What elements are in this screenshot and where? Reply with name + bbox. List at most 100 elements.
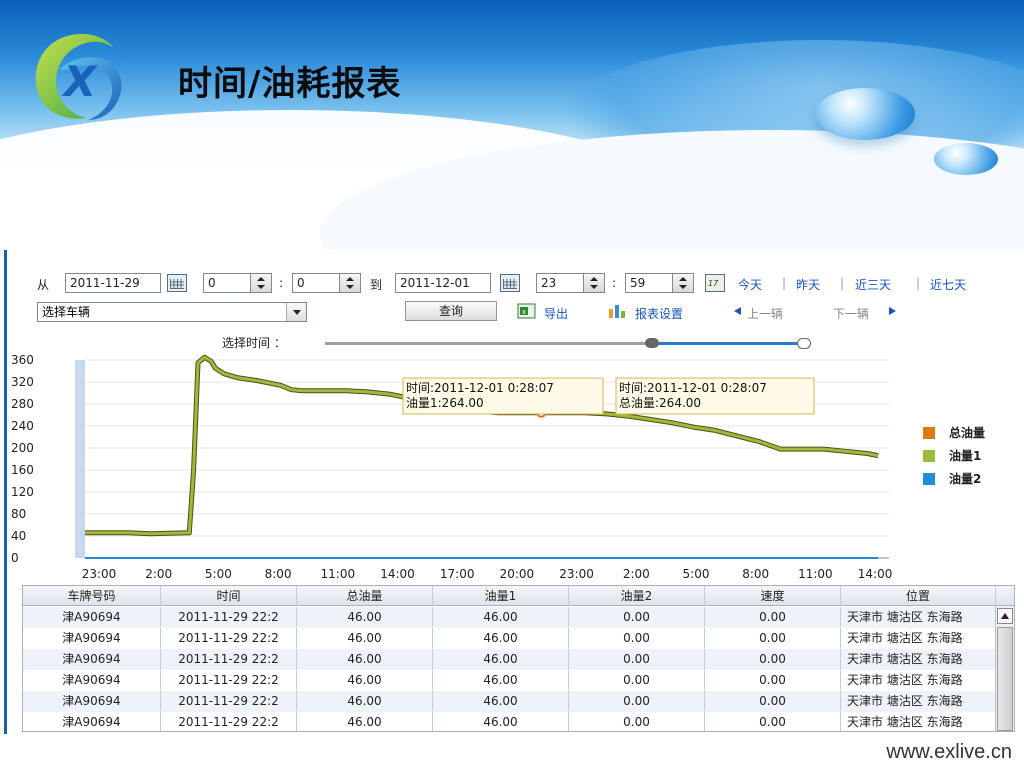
vertical-scrollbar[interactable] <box>995 606 1014 731</box>
column-header[interactable]: 位置 <box>841 586 996 606</box>
header-banner: X 时间/油耗报表 <box>0 0 1024 250</box>
calendar-icon[interactable] <box>500 274 520 292</box>
table-cell: 津A90694 <box>23 628 161 648</box>
end-date-input[interactable]: 2011-12-01 <box>395 273 491 293</box>
end-minute-spinner[interactable] <box>672 273 694 293</box>
table-cell: 46.00 <box>297 649 433 669</box>
table-cell: 津A90694 <box>23 691 161 711</box>
column-header[interactable]: 时间 <box>161 586 297 606</box>
table-cell: 46.00 <box>433 691 569 711</box>
table-cell: 0.00 <box>569 712 705 731</box>
water-drop-decoration <box>934 143 998 175</box>
bar-chart-icon[interactable] <box>607 303 629 319</box>
column-header[interactable]: 车牌号码 <box>23 586 161 606</box>
start-hour-input[interactable]: 0 <box>203 273 251 293</box>
report-panel: 从 2011-11-29 0 : 0 到 2011-12-01 23 : 59 … <box>4 250 1016 734</box>
y-tick-label: 360 <box>11 353 34 367</box>
table-cell: 天津市 塘沽区 东海路 <box>841 628 996 648</box>
start-hour-spinner[interactable] <box>250 273 272 293</box>
excel-icon[interactable]: x <box>517 303 537 319</box>
table-cell: 46.00 <box>297 670 433 690</box>
quick-link-yesterday[interactable]: 昨天 <box>796 276 820 293</box>
column-header[interactable]: 速度 <box>705 586 841 606</box>
start-date-input[interactable]: 2011-11-29 <box>65 273 161 293</box>
report-settings-link[interactable]: 报表设置 <box>635 305 683 322</box>
x-tick-label: 14:00 <box>858 567 893 581</box>
x-tick-label: 8:00 <box>742 567 769 581</box>
scroll-thumb[interactable] <box>997 627 1013 731</box>
x-tick-label: 11:00 <box>321 567 356 581</box>
y-tick-label: 120 <box>11 485 34 499</box>
table-row[interactable]: 津A90694 2011-11-29 22:2 46.00 46.00 0.00 0.00… <box>23 628 996 649</box>
next-vehicle-link[interactable]: 下一辆 <box>833 305 869 322</box>
legend-swatch <box>923 473 935 485</box>
time-colon: : <box>612 276 617 290</box>
page-root: X 时间/油耗报表 从 2011-11-29 0 : 0 到 2011-12-0… <box>0 0 1024 768</box>
table-row[interactable]: 津A90694 2011-11-29 22:2 46.00 46.00 0.00 0.00… <box>23 691 996 712</box>
end-hour-input[interactable]: 23 <box>536 273 584 293</box>
chevron-down-icon[interactable] <box>286 303 306 321</box>
link-separator: | <box>916 276 921 290</box>
table-cell: 2011-11-29 22:2 <box>161 712 297 731</box>
x-tick-label: 11:00 <box>798 567 833 581</box>
table-cell: 津A90694 <box>23 670 161 690</box>
table-cell: 0.00 <box>569 691 705 711</box>
column-header[interactable]: 总油量 <box>297 586 433 606</box>
logo-letter: X <box>61 57 99 106</box>
x-tick-label: 23:00 <box>559 567 594 581</box>
table-cell: 0.00 <box>705 649 841 669</box>
table-row[interactable]: 津A90694 2011-11-29 22:2 46.00 46.00 0.00 0.00… <box>23 607 996 628</box>
table-cell: 46.00 <box>433 649 569 669</box>
legend-label: 油量1 <box>949 448 981 463</box>
water-drop-decoration <box>815 88 915 140</box>
from-label: 从 <box>37 278 50 292</box>
start-minute-input[interactable]: 0 <box>292 273 340 293</box>
table-cell: 46.00 <box>433 628 569 648</box>
table-row[interactable]: 津A90694 2011-11-29 22:2 46.00 46.00 0.00 0.00… <box>23 712 996 731</box>
end-minute-input[interactable]: 59 <box>625 273 673 293</box>
table-cell: 0.00 <box>705 628 841 648</box>
calendar-17-icon[interactable]: 17 <box>705 274 725 292</box>
table-cell: 天津市 塘沽区 东海路 <box>841 607 996 627</box>
table-row[interactable]: 津A90694 2011-11-29 22:2 46.00 46.00 0.00 0.00… <box>23 649 996 670</box>
end-hour-spinner[interactable] <box>583 273 605 293</box>
start-minute-spinner[interactable] <box>339 273 361 293</box>
table-cell: 0.00 <box>705 670 841 690</box>
export-link[interactable]: 导出 <box>544 305 568 322</box>
triangle-right-icon[interactable] <box>887 306 897 316</box>
quick-link-last-7-days[interactable]: 近七天 <box>930 276 966 293</box>
y-tick-label: 240 <box>11 419 34 433</box>
y-tick-label: 80 <box>11 507 26 521</box>
table-cell: 46.00 <box>433 670 569 690</box>
table-cell: 0.00 <box>705 691 841 711</box>
vehicle-select[interactable]: 选择车辆 <box>37 302 307 322</box>
link-separator: | <box>840 276 845 290</box>
quick-link-today[interactable]: 今天 <box>738 276 762 293</box>
scroll-up-button[interactable] <box>997 608 1013 624</box>
triangle-left-icon[interactable] <box>733 306 743 316</box>
quick-link-last-3-days[interactable]: 近三天 <box>855 276 891 293</box>
table-cell: 46.00 <box>297 712 433 731</box>
prev-vehicle-link[interactable]: 上一辆 <box>747 305 783 322</box>
column-header[interactable]: 油量2 <box>569 586 705 606</box>
table-cell: 0.00 <box>705 712 841 731</box>
y-tick-label: 160 <box>11 463 34 477</box>
table-cell: 46.00 <box>297 691 433 711</box>
query-button[interactable]: 查询 <box>405 301 497 321</box>
table-cell: 2011-11-29 22:2 <box>161 670 297 690</box>
table-cell: 津A90694 <box>23 607 161 627</box>
table-cell: 天津市 塘沽区 东海路 <box>841 649 996 669</box>
calendar-icon[interactable] <box>167 274 187 292</box>
table-cell: 46.00 <box>433 607 569 627</box>
legend-swatch <box>923 427 935 439</box>
to-label: 到 <box>370 278 383 292</box>
tooltip-time: 时间:2011-12-01 0:28:07 <box>619 381 767 395</box>
legend-label: 总油量 <box>949 425 985 440</box>
column-header[interactable]: 油量1 <box>433 586 569 606</box>
table-cell: 0.00 <box>569 628 705 648</box>
x-tick-label: 23:00 <box>82 567 117 581</box>
table-row[interactable]: 津A90694 2011-11-29 22:2 46.00 46.00 0.00 0.00… <box>23 670 996 691</box>
table-cell: 0.00 <box>705 607 841 627</box>
tooltip-value: 总油量:264.00 <box>619 396 701 410</box>
footer-url: www.exlive.cn <box>886 741 1012 763</box>
